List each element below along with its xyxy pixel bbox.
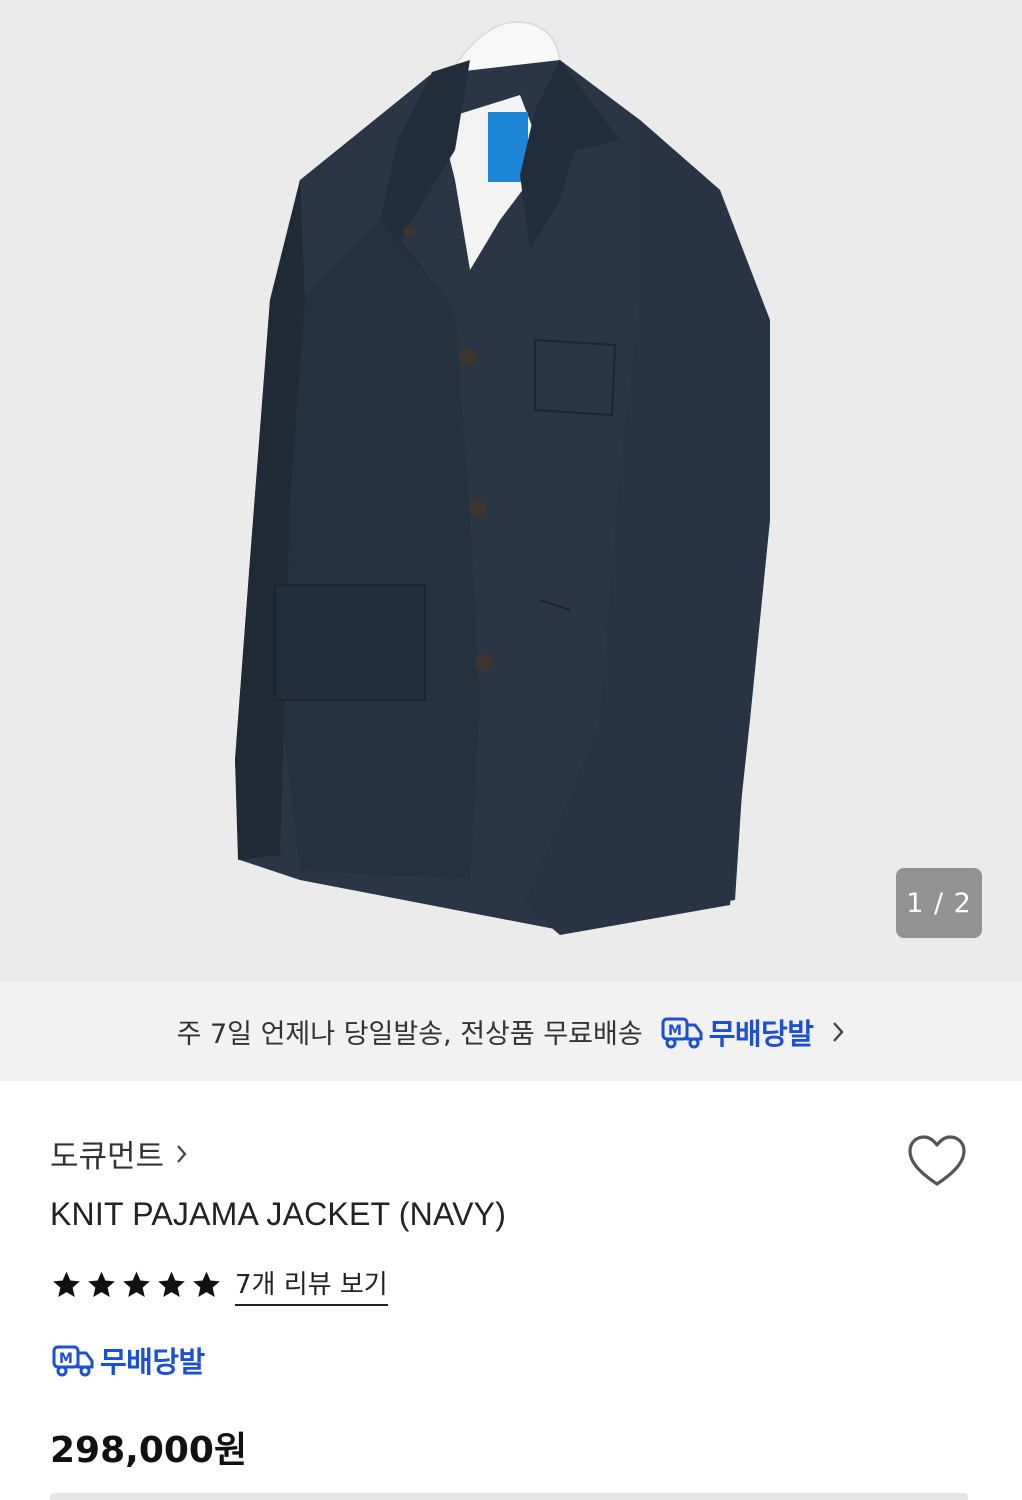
delivery-truck-icon: M [52,1345,94,1377]
star-rating [50,1269,223,1301]
product-info: 도큐먼트 KNIT PAJAMA JACKET (NAVY) 7개 리뷰 보기 … [0,1081,1022,1500]
chevron-right-icon [177,1144,187,1163]
brand-link[interactable]: 도큐먼트 [50,1131,188,1176]
star-icon [123,1271,150,1297]
product-image-gallery[interactable]: 1 / 2 [0,0,1022,982]
divider [50,1493,968,1500]
chevron-right-icon [833,1021,845,1042]
delivery-banner[interactable]: 주 7일 언제나 당일발송, 전상품 무료배송 M 무배당발 [0,982,1022,1081]
product-price: 298,000원 [50,1430,248,1471]
star-icon [193,1271,220,1297]
star-icon [53,1271,80,1297]
free-delivery-badge-label: 무배당발 [100,1345,205,1379]
product-image [235,20,770,935]
svg-text:M: M [59,1351,73,1367]
product-title: KNIT PAJAMA JACKET (NAVY) [50,1196,507,1232]
heart-outline-icon[interactable] [906,1134,968,1190]
brand-name: 도큐먼트 [50,1139,165,1175]
image-counter: 1 / 2 [896,868,982,938]
free-delivery-badge: M 무배당발 [661,1011,814,1053]
star-icon [158,1271,185,1297]
star-icon [88,1271,115,1297]
delivery-truck-icon: M [661,1017,703,1048]
free-delivery-badge: M 무배당발 [52,1339,205,1381]
svg-text:M: M [668,1023,682,1039]
free-delivery-badge-label: 무배당발 [708,1016,814,1051]
review-link[interactable]: 7개 리뷰 보기 [235,1264,388,1306]
delivery-banner-text: 주 7일 언제나 당일발송, 전상품 무료배송 [176,1019,643,1050]
rating-row: 7개 리뷰 보기 [50,1264,388,1306]
